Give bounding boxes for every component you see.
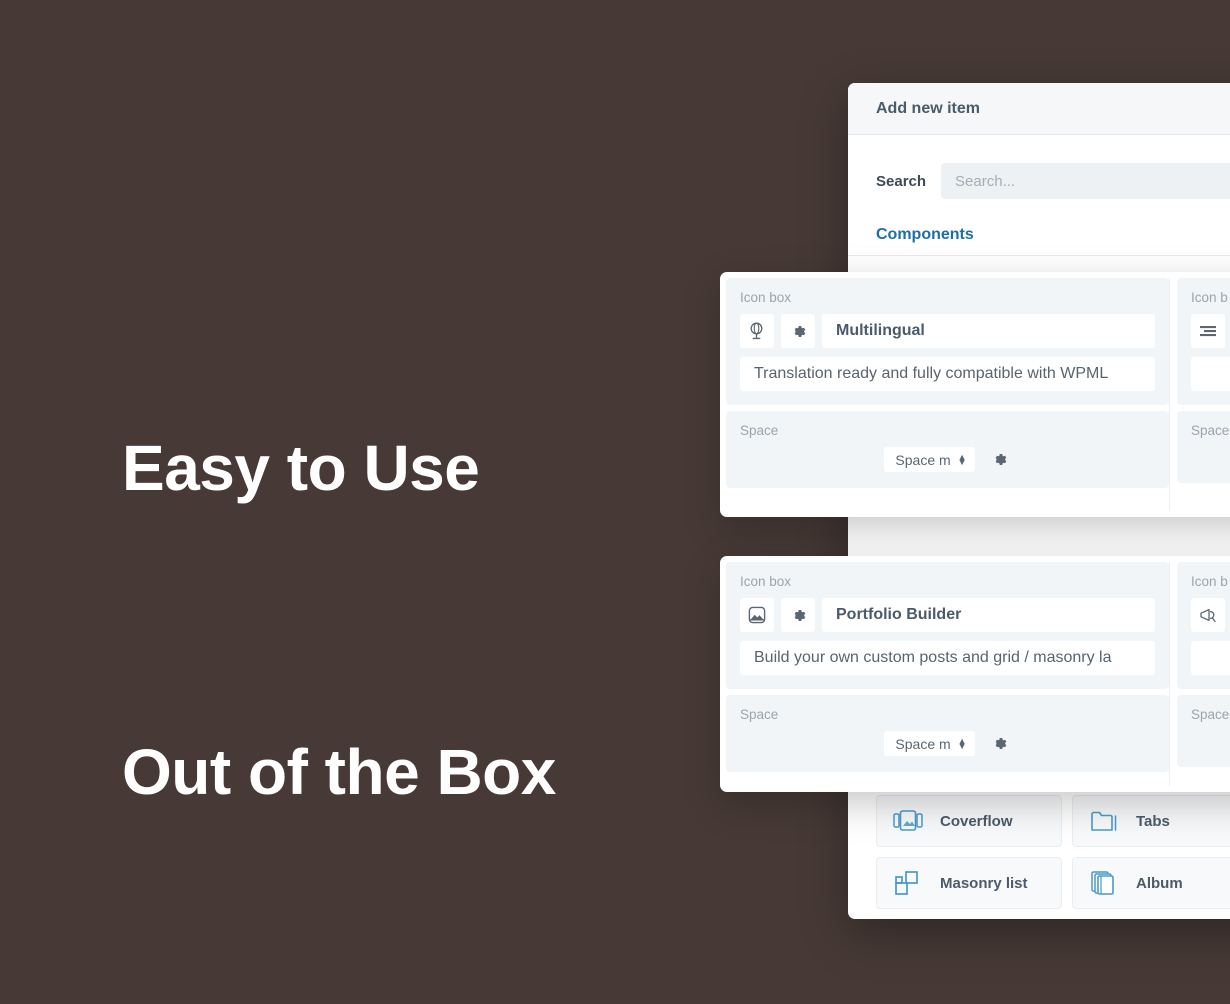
space-size-select[interactable]: Space m ▲ ▼ [884, 731, 975, 756]
element-label: Tabs [1136, 812, 1170, 830]
panel-label: Icon box [740, 290, 792, 305]
icon-box-description-field[interactable] [1191, 641, 1230, 675]
card-main-column: Icon box [726, 278, 1169, 511]
icon-box-controls: Multilingual [740, 314, 1155, 348]
element-masonry-list[interactable]: Masonry list [876, 857, 1062, 909]
tabs-icon [1089, 808, 1119, 834]
card-side-column: Icon b 2,08 [1169, 562, 1230, 786]
icon-picker-button[interactable] [740, 598, 774, 632]
space-size-select[interactable]: Space m ▲ ▼ [884, 447, 975, 472]
gear-icon [790, 323, 807, 340]
gear-icon [991, 735, 1008, 752]
panel-label: Icon box [740, 574, 792, 589]
element-label: Coverflow [940, 812, 1013, 830]
dialog-title: Add new item [876, 99, 981, 117]
search-label: Search [876, 172, 927, 190]
hero-copy: Easy to Use Out of the Box • 70+ Page Bu… [122, 216, 722, 1004]
icon-box-settings-button[interactable] [781, 314, 815, 348]
image-icon [747, 605, 767, 625]
dialog-header: Add new item [848, 83, 1230, 135]
icon-picker-button[interactable] [1191, 314, 1225, 348]
card-main-column: Icon box [726, 562, 1169, 786]
panel-label: Space [740, 707, 779, 722]
space-controls: Space m ▲ ▼ [740, 447, 1155, 472]
panel-label: Space [1191, 707, 1230, 722]
space-size-value: Space m [895, 451, 951, 468]
gear-icon [790, 607, 807, 624]
icon-box-description-field[interactable]: Build your own custom posts and grid / m… [740, 641, 1155, 675]
icon-box-controls: 2,08 [1191, 598, 1230, 632]
globe-stand-icon [747, 321, 767, 341]
element-coverflow[interactable]: Coverflow [876, 795, 1062, 847]
icon-box-title-field[interactable]: Portfolio Builder [822, 598, 1155, 632]
search-input[interactable] [941, 163, 1230, 199]
space-panel: Space [1177, 411, 1230, 483]
element-grid: Coverflow Tabs Masonry list Album [876, 795, 1230, 909]
icon-box-panel: Icon box [726, 278, 1169, 405]
gear-icon [991, 451, 1008, 468]
card-side-column: Icon b Eas S [1169, 278, 1230, 511]
builder-card-multilingual[interactable]: Icon box Multilingual Translation ready … [720, 272, 1230, 517]
icon-box-panel: Icon box [726, 562, 1169, 689]
page-title: Easy to Use Out of the Box [122, 216, 722, 1004]
search-row: Search [848, 135, 1230, 199]
section-divider [848, 255, 1230, 256]
page-root: Easy to Use Out of the Box • 70+ Page Bu… [0, 0, 1230, 1004]
icon-picker-button[interactable] [1191, 598, 1225, 632]
megaphone-icon [1198, 605, 1218, 625]
panel-label: Space [740, 423, 779, 438]
element-tabs[interactable]: Tabs [1072, 795, 1230, 847]
space-settings-button[interactable] [989, 733, 1011, 755]
icon-box-settings-button[interactable] [781, 598, 815, 632]
icon-box-panel: Icon b 2,08 [1177, 562, 1230, 689]
panel-label: Icon b [1191, 290, 1228, 305]
space-panel: Space Space m ▲ ▼ [726, 411, 1169, 488]
icon-box-description-field[interactable] [1191, 357, 1230, 391]
text-align-icon [1198, 321, 1218, 341]
icon-box-panel: Icon b Eas [1177, 278, 1230, 405]
element-label: Masonry list [940, 874, 1028, 892]
icon-box-controls: Portfolio Builder [740, 598, 1155, 632]
coverflow-icon [893, 808, 923, 834]
panel-label: Icon b [1191, 574, 1228, 589]
icon-box-controls: Eas [1191, 314, 1230, 348]
headline-line-1: Easy to Use [122, 432, 480, 505]
icon-box-title-field[interactable]: Multilingual [822, 314, 1155, 348]
space-controls: Space m ▲ ▼ [740, 731, 1155, 756]
builder-card-portfolio[interactable]: Icon box Portfolio Builder Build your ow… [720, 556, 1230, 792]
chevron-updown-icon: ▲ ▼ [957, 735, 967, 751]
panel-label: Space [1191, 423, 1230, 438]
album-icon [1089, 870, 1119, 896]
space-panel: Space [1177, 695, 1230, 767]
masonry-icon [893, 870, 923, 896]
space-size-value: Space m [895, 735, 951, 752]
element-label: Album [1136, 874, 1183, 892]
icon-box-description-field[interactable]: Translation ready and fully compatible w… [740, 357, 1155, 391]
chevron-updown-icon: ▲ ▼ [957, 451, 967, 467]
element-album[interactable]: Album [1072, 857, 1230, 909]
space-panel: Space Space m ▲ ▼ [726, 695, 1169, 772]
space-settings-button[interactable] [989, 449, 1011, 471]
section-title-components: Components [876, 226, 974, 243]
headline-line-2: Out of the Box [122, 735, 556, 808]
icon-picker-button[interactable] [740, 314, 774, 348]
